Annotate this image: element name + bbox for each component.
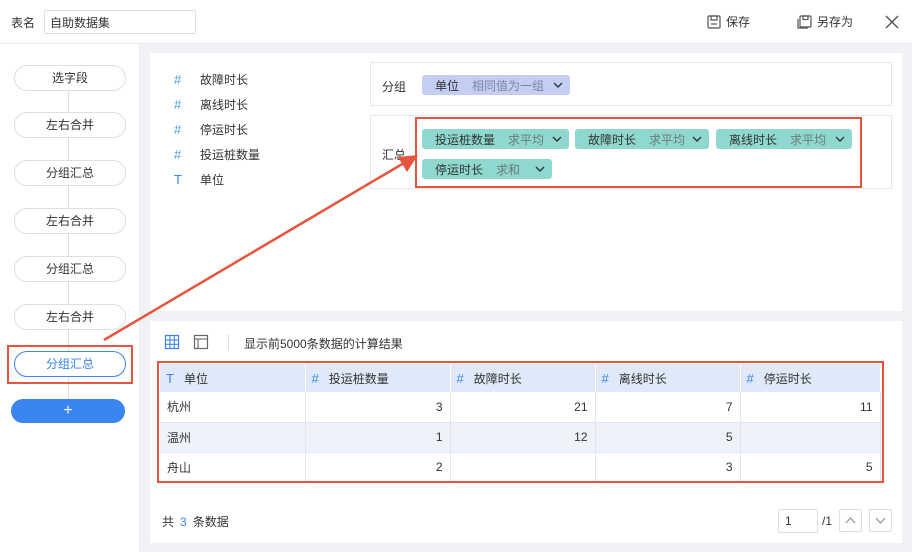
preview-info-text: 显示前5000条数据的计算结果: [244, 337, 403, 351]
text-type-icon: T: [174, 172, 182, 187]
chevron-down-icon: [875, 517, 886, 524]
toolbar-divider: [228, 334, 229, 350]
field-list: # 故障时长 # 离线时长 # 停运时长 # 投运桩数量 T 单位: [172, 67, 260, 192]
save-as-label: 另存为: [817, 15, 854, 29]
add-step-button[interactable]: +: [11, 399, 125, 423]
record-count: 共 3 条数据: [162, 513, 229, 530]
chevron-up-icon: [845, 517, 856, 524]
page-number-input[interactable]: [778, 509, 818, 533]
number-type-icon: #: [174, 122, 182, 137]
number-type-icon: #: [174, 72, 182, 87]
top-bar: 表名 保存 另存为: [0, 0, 912, 44]
save-label: 保存: [726, 15, 751, 29]
chip-aggregation: 相同值为一组: [472, 78, 545, 93]
panel-view-icon[interactable]: [193, 334, 209, 350]
active-step-highlight: [7, 345, 133, 384]
result-table-highlight-box: [157, 361, 884, 483]
prev-page-button[interactable]: [839, 509, 862, 532]
field-item[interactable]: # 投运桩数量: [172, 142, 260, 167]
field-item[interactable]: # 停运时长: [172, 117, 260, 142]
field-name: 单位: [200, 173, 225, 187]
table-name-label: 表名: [11, 16, 36, 30]
chip-field-name: 单位: [435, 78, 460, 93]
step-group-summary[interactable]: 分组汇总: [14, 256, 126, 282]
summary-highlight-box: [415, 117, 862, 188]
field-item[interactable]: # 离线时长: [172, 92, 260, 117]
count-value: 3: [180, 515, 187, 529]
table-name-input[interactable]: [44, 10, 196, 34]
table-view-icon[interactable]: [164, 334, 180, 350]
field-name: 故障时长: [200, 73, 249, 87]
save-as-icon: [797, 14, 812, 29]
step-group-summary[interactable]: 分组汇总: [14, 160, 126, 186]
field-item[interactable]: T 单位: [172, 167, 260, 192]
step-left-right-merge[interactable]: 左右合并: [14, 304, 126, 330]
group-zone[interactable]: 分组 单位 相同值为一组: [370, 62, 892, 106]
step-sidebar: 选字段 左右合并 分组汇总 左右合并 分组汇总 左右合并 分组汇总 +: [0, 44, 139, 552]
page-total: /1: [822, 514, 833, 528]
close-icon[interactable]: [884, 14, 900, 30]
save-button[interactable]: 保存: [707, 13, 750, 30]
next-page-button[interactable]: [869, 509, 892, 532]
number-type-icon: #: [174, 147, 182, 162]
save-as-button[interactable]: 另存为: [797, 13, 853, 30]
group-chip[interactable]: 单位 相同值为一组: [422, 75, 570, 95]
field-name: 停运时长: [200, 123, 249, 137]
count-suffix: 条数据: [192, 515, 229, 529]
step-select-fields[interactable]: 选字段: [14, 65, 126, 91]
field-item[interactable]: # 故障时长: [172, 67, 260, 92]
save-icon: [707, 14, 721, 29]
step-left-right-merge[interactable]: 左右合并: [14, 208, 126, 234]
field-name: 离线时长: [200, 98, 249, 112]
count-prefix: 共: [162, 515, 175, 529]
field-name: 投运桩数量: [200, 148, 261, 162]
chevron-down-icon[interactable]: [552, 79, 564, 91]
summary-zone-label: 汇总: [382, 148, 407, 162]
number-type-icon: #: [174, 97, 182, 112]
step-left-right-merge[interactable]: 左右合并: [14, 112, 126, 138]
group-zone-label: 分组: [382, 80, 407, 94]
